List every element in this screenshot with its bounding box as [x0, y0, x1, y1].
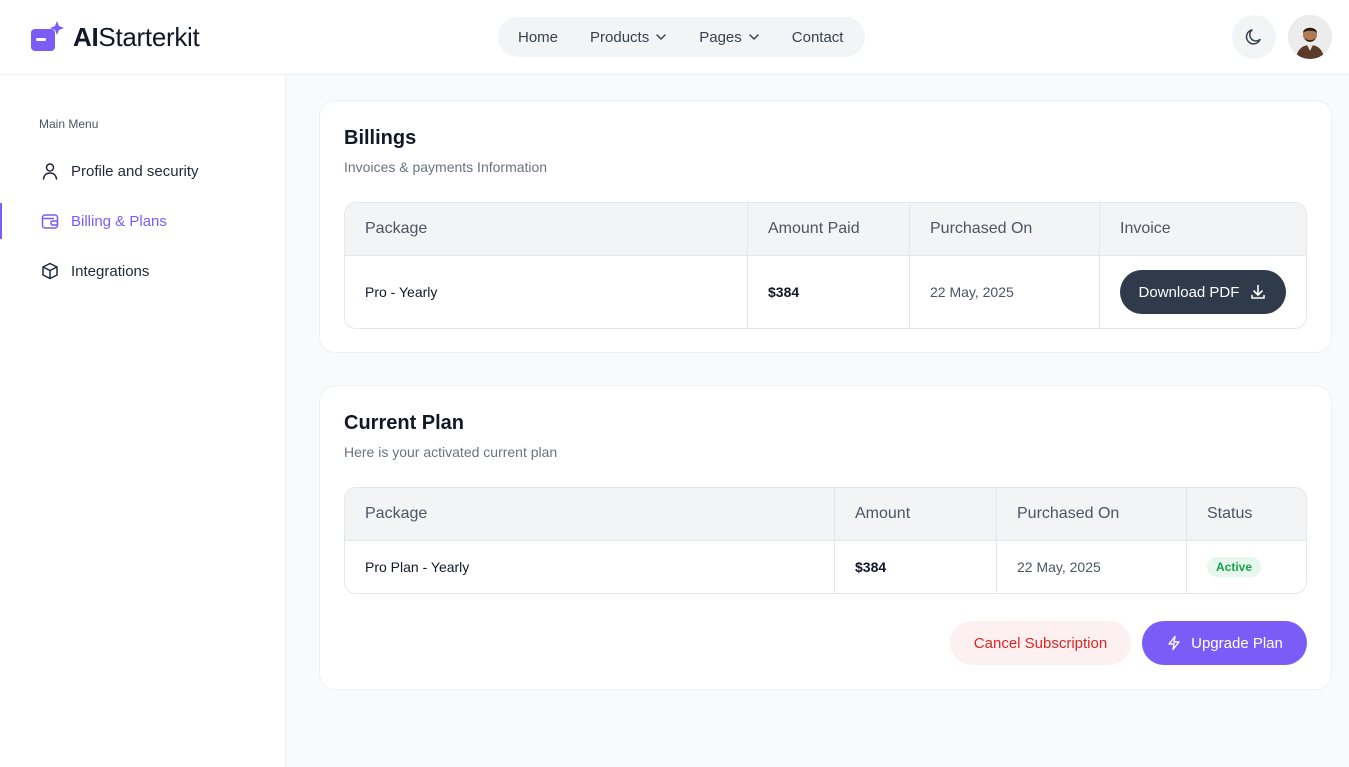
column-header: Invoice — [1120, 220, 1171, 237]
brand-name-ai: AI — [73, 21, 99, 52]
billings-title: Billings — [344, 127, 417, 149]
column-header: Package — [345, 203, 748, 255]
invoice-cell: Download PDF — [1100, 256, 1306, 328]
column-header: Status — [1207, 505, 1253, 522]
nav-contact-label: Contact — [791, 28, 844, 46]
brand-logo[interactable]: AI Starterkit — [31, 21, 200, 53]
column-header: Purchased On — [997, 488, 1187, 540]
wallet-icon — [40, 211, 60, 231]
column-header: Amount — [835, 488, 997, 540]
sidebar-title: Main Menu — [39, 117, 99, 131]
upgrade-plan-button[interactable]: Upgrade Plan — [1142, 621, 1307, 665]
sidebar-item-profile[interactable]: Profile and security — [0, 153, 285, 189]
status-badge: Active — [1207, 557, 1262, 577]
column-header: Amount Paid — [748, 203, 910, 255]
purchased-on-cell: 22 May, 2025 — [997, 541, 1187, 593]
upgrade-plan-label: Upgrade Plan — [1191, 634, 1283, 652]
current-plan-title: Current Plan — [344, 412, 465, 434]
billings-card: Billings Invoices & payments Information… — [319, 100, 1332, 353]
download-icon — [1251, 284, 1266, 299]
nav-products-label: Products — [590, 28, 650, 46]
sidebar-item-integrations[interactable]: Integrations — [0, 253, 285, 289]
sidebar-item-label: Billing & Plans — [71, 212, 167, 230]
sidebar: Main Menu Profile and security Billing &… — [0, 75, 286, 767]
current-plan-card: Current Plan Here is your activated curr… — [319, 385, 1332, 690]
chevron-down-icon — [749, 34, 759, 40]
package-cell: Pro Plan - Yearly — [345, 541, 835, 593]
table-row: Pro Plan - Yearly $384 22 May, 2025 Acti… — [345, 541, 1306, 593]
chevron-down-icon — [656, 34, 666, 40]
nav-products[interactable]: Products — [590, 29, 667, 46]
column-header: Package — [345, 488, 835, 540]
amount-cell: $384 — [835, 541, 997, 593]
current-plan-subtitle: Here is your activated current plan — [344, 444, 558, 460]
nav-home-label: Home — [518, 28, 559, 46]
amount-cell: $384 — [748, 256, 910, 328]
logo-icon — [31, 21, 65, 53]
download-pdf-button[interactable]: Download PDF — [1120, 270, 1286, 314]
purchased-on-cell: 22 May, 2025 — [910, 256, 1100, 328]
avatar-image — [1288, 15, 1332, 59]
theme-toggle-button[interactable] — [1232, 15, 1276, 59]
nav-pages-label: Pages — [699, 28, 742, 46]
nav-contact[interactable]: Contact — [792, 29, 844, 46]
sidebar-item-label: Profile and security — [71, 162, 199, 180]
sidebar-item-billing[interactable]: Billing & Plans — [0, 203, 285, 239]
moon-icon — [1245, 29, 1261, 45]
table-header-row: Package Amount Purchased On Status — [345, 488, 1306, 541]
nav-pages[interactable]: Pages — [699, 29, 760, 46]
brand-name-rest: Starterkit — [98, 21, 200, 52]
nav-home[interactable]: Home — [518, 29, 558, 46]
billings-table: Package Amount Paid Purchased On Invoice… — [344, 202, 1307, 329]
user-avatar[interactable] — [1288, 15, 1332, 59]
billings-subtitle: Invoices & payments Information — [344, 159, 548, 175]
status-cell: Active — [1187, 541, 1306, 593]
cancel-subscription-label: Cancel Subscription — [973, 634, 1108, 652]
main-nav: Home Products Pages Contact — [498, 17, 865, 57]
download-pdf-label: Download PDF — [1138, 283, 1240, 301]
user-icon — [40, 161, 60, 181]
sidebar-item-label: Integrations — [71, 262, 150, 280]
package-cell: Pro - Yearly — [345, 256, 748, 328]
box-icon — [40, 261, 60, 281]
table-header-row: Package Amount Paid Purchased On Invoice — [345, 203, 1306, 256]
top-header: AI Starterkit Home Products Pages Contact — [0, 0, 1349, 75]
column-header: Purchased On — [910, 203, 1100, 255]
cancel-subscription-button[interactable]: Cancel Subscription — [950, 621, 1131, 665]
lightning-icon — [1168, 635, 1180, 651]
table-row: Pro - Yearly $384 22 May, 2025 Download … — [345, 256, 1306, 328]
current-plan-table: Package Amount Purchased On Status Pro P… — [344, 487, 1307, 594]
